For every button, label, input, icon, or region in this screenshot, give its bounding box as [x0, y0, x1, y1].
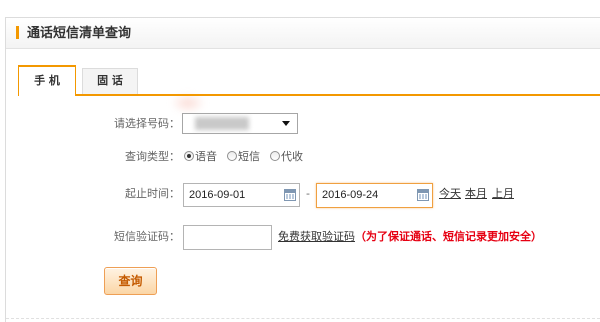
shortcut-last-month-link[interactable]: 上月 — [492, 186, 514, 202]
get-code-link[interactable]: 免费获取验证码 — [278, 229, 355, 245]
panel-header: 通话短信清单查询 — [6, 18, 600, 49]
start-date-input[interactable]: 2016-09-01 — [183, 183, 300, 207]
blurred-number — [195, 117, 249, 130]
radio-voice[interactable]: 语音 — [184, 149, 217, 165]
radio-collection[interactable]: 代收 — [270, 149, 303, 165]
calendar-icon[interactable] — [417, 189, 429, 201]
calendar-icon[interactable] — [284, 189, 296, 201]
chevron-down-icon — [282, 121, 290, 126]
security-notice: （为了保证通话、短信记录更加安全） — [355, 230, 542, 243]
sms-code-label: 短信验证码： — [114, 230, 180, 243]
title-marker — [16, 26, 19, 39]
shortcut-today-link[interactable]: 今天 — [439, 186, 461, 202]
bottom-divider — [6, 318, 600, 319]
number-label: 请选择号码： — [114, 117, 180, 130]
number-select[interactable] — [182, 113, 298, 134]
radio-label-collection: 代收 — [281, 150, 303, 163]
tab-mobile[interactable]: 手 机 — [18, 65, 76, 96]
start-date-value: 2016-09-01 — [189, 189, 246, 201]
sms-code-input[interactable] — [183, 225, 272, 250]
end-date-value: 2016-09-24 — [322, 189, 379, 201]
radio-label-voice: 语音 — [195, 150, 217, 163]
date-range-label: 起止时间： — [125, 187, 180, 200]
shortcut-this-month-link[interactable]: 本月 — [465, 186, 487, 202]
tab-underline — [18, 94, 600, 96]
query-button[interactable]: 查询 — [104, 267, 157, 295]
radio-sms[interactable]: 短信 — [227, 149, 260, 165]
query-panel: 通话短信清单查询 — [5, 17, 600, 322]
query-type-label: 查询类型： — [125, 150, 180, 163]
radio-button[interactable] — [184, 151, 194, 161]
radio-button[interactable] — [270, 151, 280, 161]
radio-button[interactable] — [227, 151, 237, 161]
radio-label-sms: 短信 — [238, 150, 260, 163]
panel-title: 通话短信清单查询 — [27, 26, 132, 41]
end-date-input[interactable]: 2016-09-24 — [316, 183, 433, 208]
tab-landline[interactable]: 固 话 — [82, 68, 138, 94]
date-separator: - — [306, 187, 310, 200]
